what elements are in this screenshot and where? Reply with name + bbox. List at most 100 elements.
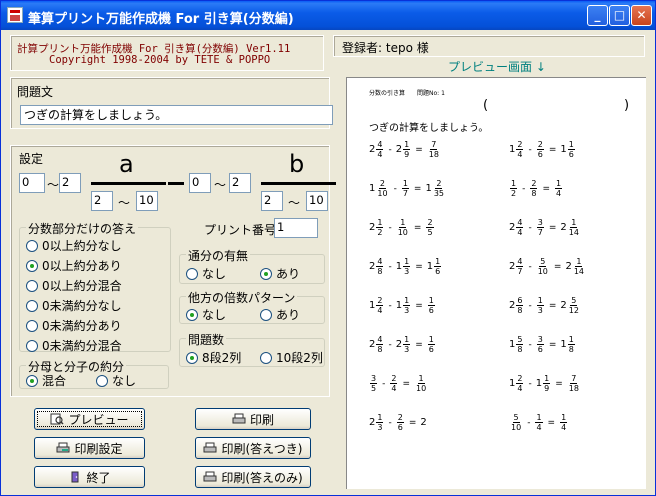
- denominator: 8: [517, 345, 523, 354]
- print-answers-only-button[interactable]: 印刷(答えのみ): [195, 466, 311, 488]
- exit-button[interactable]: 終了: [34, 466, 145, 488]
- fraction: 14: [560, 413, 568, 432]
- subtrahend: 13: [536, 296, 545, 315]
- equals-operator: =: [548, 144, 557, 155]
- equals-operator: =: [402, 378, 410, 389]
- reduce-option-none[interactable]: なし: [96, 372, 136, 389]
- multiple-option-none[interactable]: なし: [186, 306, 226, 323]
- preview-button[interactable]: プレビュー: [34, 408, 145, 430]
- answer-option-5[interactable]: 0未満約分混合: [26, 337, 122, 354]
- answer-option-2[interactable]: 0以上約分混合: [26, 277, 122, 294]
- printer-settings-icon: [56, 442, 70, 454]
- equals-operator: =: [415, 300, 423, 311]
- fraction: 1 10: [397, 218, 409, 237]
- fraction: 16: [434, 257, 442, 276]
- b-den-to-input[interactable]: 10: [306, 191, 328, 211]
- answer: 2: [420, 417, 426, 428]
- whole-number: 1: [369, 183, 376, 194]
- answer-option-3[interactable]: 0未満約分なし: [26, 297, 122, 314]
- numerator: 1: [427, 296, 435, 306]
- denominator: 7: [537, 228, 543, 237]
- b-whole-from-input[interactable]: 0: [189, 173, 211, 193]
- minuend: 5 10: [509, 413, 523, 432]
- radio-icon: [26, 279, 38, 292]
- settings-panel: 設定 0 〜 2 a 2 〜 10 0 〜 2 b 2 〜 10 分数部分だけの…: [10, 145, 336, 397]
- whole-number: 2: [395, 144, 403, 155]
- numerator: 1: [376, 218, 384, 228]
- subtrahend: 5 10: [536, 257, 550, 276]
- whole-number: 1: [395, 261, 403, 272]
- tsubun-option-yes[interactable]: あり: [260, 265, 300, 282]
- print-settings-button[interactable]: 印刷設定: [34, 437, 145, 459]
- answer: 14: [559, 413, 568, 432]
- registrant-panel: 登録者: tepo 様: [333, 35, 645, 57]
- answer-option-1[interactable]: 0以上約分あり: [26, 257, 122, 274]
- minuend: 12: [509, 179, 518, 198]
- minus-operator: -: [388, 144, 392, 155]
- title-bar[interactable]: 筆算プリント万能作成機 For 引き算(分数編) _ □ ✕: [1, 1, 655, 30]
- numerator: 1: [575, 257, 583, 267]
- count-option-10x2[interactable]: 10段2列: [260, 349, 323, 366]
- name-paren-close: ): [624, 98, 630, 113]
- multiple-group: 他方の倍数パターン なし あり: [179, 289, 325, 324]
- denominator: 7: [402, 189, 408, 198]
- numerator: 1: [554, 179, 563, 189]
- app-icon[interactable]: [7, 7, 23, 23]
- multiple-option-yes[interactable]: あり: [260, 306, 300, 323]
- denominator: 10: [397, 228, 408, 237]
- denominator: 9: [404, 150, 410, 159]
- answer: 7 18: [567, 374, 581, 393]
- whole-number: 1: [535, 378, 543, 389]
- print-with-answers-button[interactable]: 印刷(答えつき): [195, 437, 311, 459]
- close-button[interactable]: ✕: [631, 5, 652, 26]
- a-whole-from-input[interactable]: 0: [19, 173, 45, 193]
- sheet-instruction: つぎの計算をしましょう。: [369, 123, 489, 134]
- subtrahend: 28: [529, 179, 538, 198]
- print-button[interactable]: 印刷: [195, 408, 311, 430]
- count-option-label: 8段2列: [202, 351, 242, 365]
- answer-option-4[interactable]: 0未満約分あり: [26, 317, 122, 334]
- b-den-from-input[interactable]: 2: [261, 191, 283, 211]
- answer: 16: [427, 296, 436, 315]
- problem-item: 1 5 8-3 6 = 1 1 8: [509, 335, 576, 354]
- numerator: 2: [516, 140, 524, 150]
- reduce-option-mixed[interactable]: 混合: [26, 372, 66, 389]
- count-option-8x2[interactable]: 8段2列: [186, 349, 241, 366]
- registrant-text: 登録者: tepo 様: [342, 41, 429, 55]
- denominator: 10: [377, 189, 388, 198]
- fraction: 25: [426, 218, 434, 237]
- answer-option-0[interactable]: 0以上約分なし: [26, 237, 122, 254]
- fraction: 5 10: [510, 413, 522, 432]
- tsubun-group: 通分の有無 なし あり: [179, 247, 325, 284]
- question-label: 問題文: [17, 85, 54, 99]
- problem-item: 2 4 4-2 1 9 = 7 18: [369, 140, 441, 159]
- maximize-icon: □: [613, 8, 626, 22]
- minuend: 248: [369, 335, 384, 354]
- numerator: 5: [516, 335, 524, 345]
- numerator: 2: [435, 179, 443, 189]
- print-number-input[interactable]: 1: [274, 218, 318, 238]
- numerator: 1: [567, 335, 575, 345]
- denominator: 8: [517, 306, 523, 315]
- problem-item: 2 6 8-1 3 = 2 5 12: [509, 296, 581, 315]
- subtrahend: 17: [401, 179, 410, 198]
- fraction: 48: [376, 335, 384, 354]
- tsubun-option-none[interactable]: なし: [186, 265, 226, 282]
- denominator: 14: [568, 228, 579, 237]
- question-input[interactable]: つぎの計算をしましょう。: [20, 105, 333, 125]
- b-whole-to-input[interactable]: 2: [229, 173, 251, 193]
- fraction: 5 10: [537, 257, 549, 276]
- fraction: 68: [516, 296, 524, 315]
- denominator: 4: [517, 228, 523, 237]
- numerator: 1: [543, 374, 551, 384]
- a-den-from-input[interactable]: 2: [91, 191, 113, 211]
- denominator: 6: [537, 150, 543, 159]
- reduce-option-label: 混合: [42, 374, 67, 388]
- radio-icon: [26, 319, 38, 332]
- minus-sign: [168, 182, 184, 185]
- a-whole-to-input[interactable]: 2: [59, 173, 81, 193]
- fraction: 5 12: [568, 296, 580, 315]
- minimize-button[interactable]: _: [587, 5, 608, 26]
- maximize-button[interactable]: □: [609, 5, 630, 26]
- a-den-to-input[interactable]: 10: [136, 191, 158, 211]
